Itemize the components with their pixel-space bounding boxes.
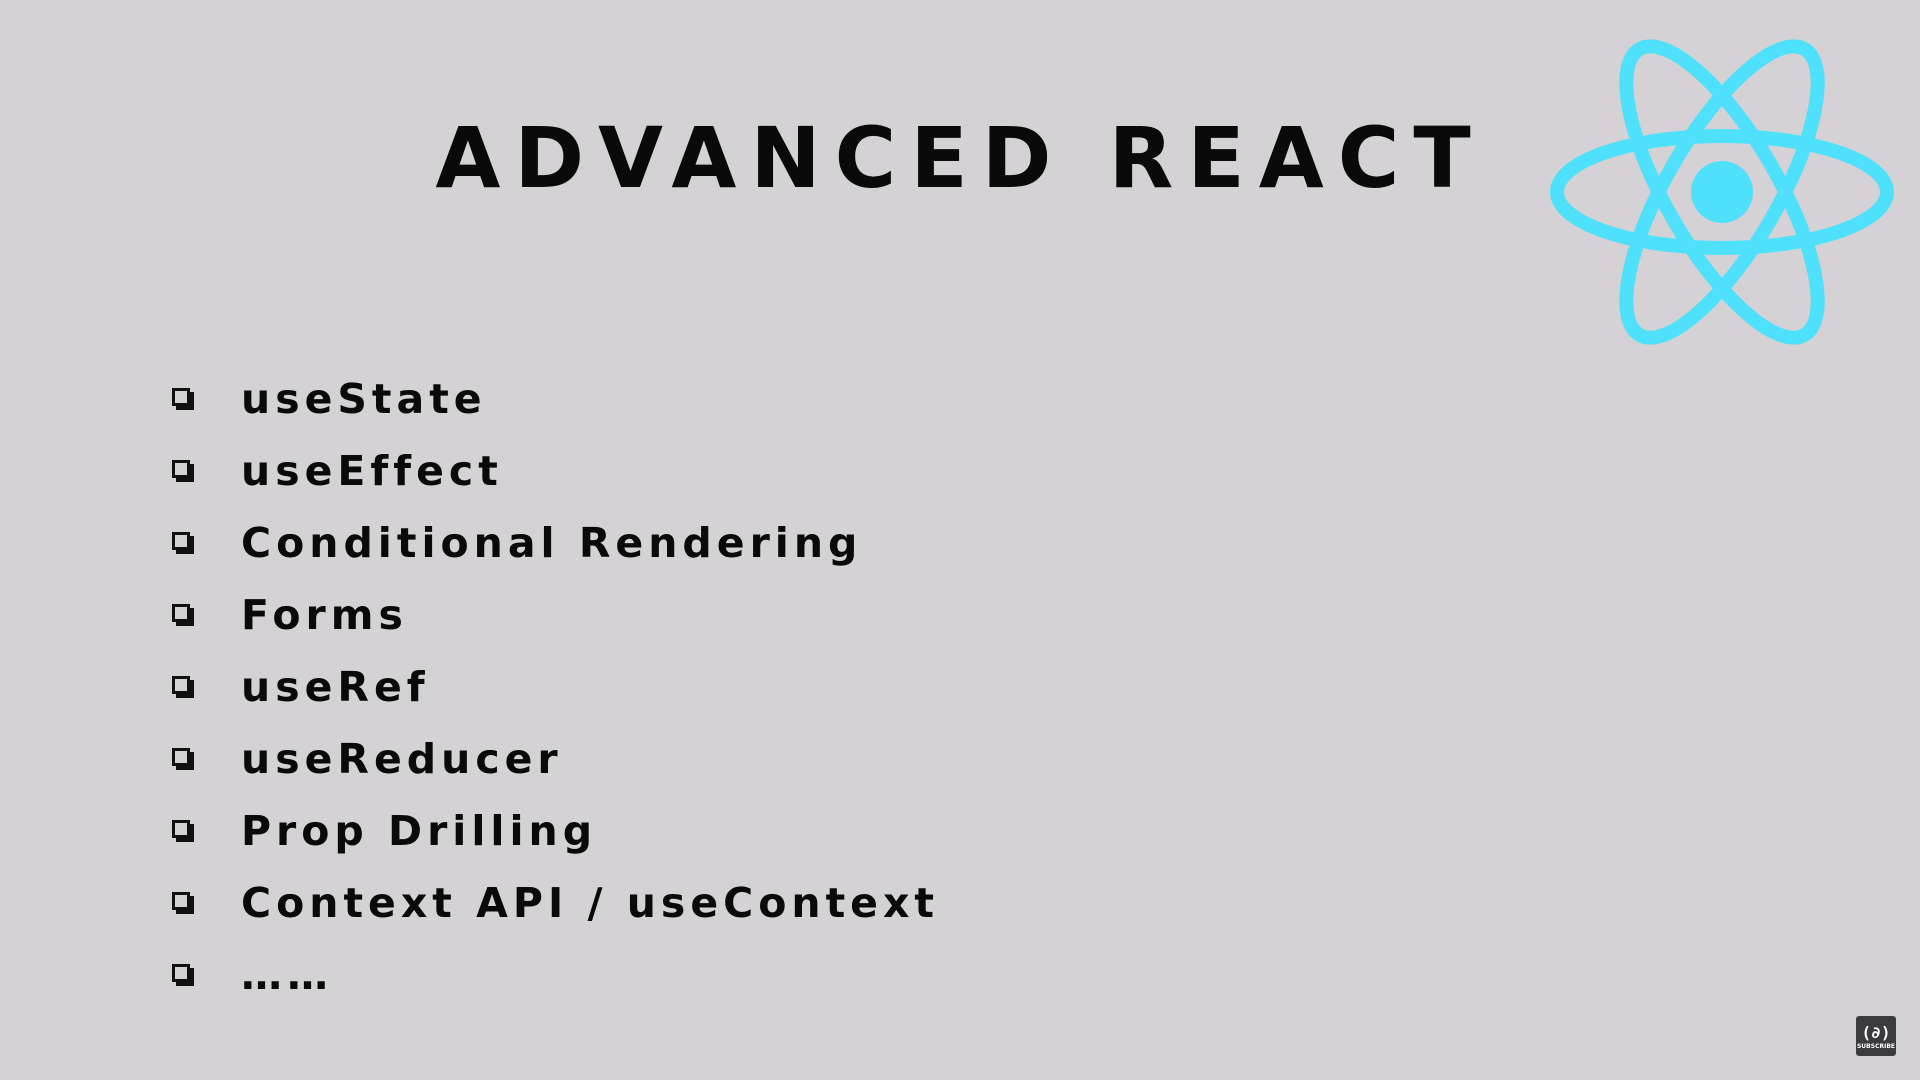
list-item: Prop Drilling [172,795,939,867]
list-item: useEffect [172,435,939,507]
checkbox-icon [172,964,194,986]
checkbox-icon [172,460,194,482]
list-item: useState [172,363,939,435]
react-logo-nucleus [1691,161,1753,223]
react-logo-icon [1550,39,1894,345]
list-item: …… [172,939,939,1011]
list-item: useReducer [172,723,939,795]
slide: ADVANCED REACT useState useEffect Condit… [0,0,1920,1080]
checkbox-icon [172,388,194,410]
topic-label: useState [241,375,487,423]
topic-label: Context API / useContext [241,879,940,927]
list-item: Conditional Rendering [172,507,939,579]
list-item: Context API / useContext [172,867,939,939]
slide-title: ADVANCED REACT [435,109,1485,207]
list-item: useRef [172,651,939,723]
list-item: Forms [172,579,939,651]
freecodecamp-flame-icon: (∂) [1861,1022,1891,1042]
checkbox-icon [172,676,194,698]
checkbox-icon [172,532,194,554]
checkbox-icon [172,604,194,626]
subscribe-label: SUBSCRIBE [1856,1042,1895,1050]
topic-label: …… [241,951,333,999]
topic-label: useRef [241,663,430,711]
checkbox-icon [172,892,194,914]
checkbox-icon [172,748,194,770]
topic-label: useEffect [241,447,503,495]
checkbox-icon [172,820,194,842]
topic-label: useReducer [241,735,563,783]
topic-label: Forms [241,591,408,639]
topic-label: Conditional Rendering [241,519,863,567]
topic-list: useState useEffect Conditional Rendering… [172,363,939,1011]
topic-label: Prop Drilling [241,807,598,855]
subscribe-button[interactable]: (∂) SUBSCRIBE [1856,1016,1896,1056]
